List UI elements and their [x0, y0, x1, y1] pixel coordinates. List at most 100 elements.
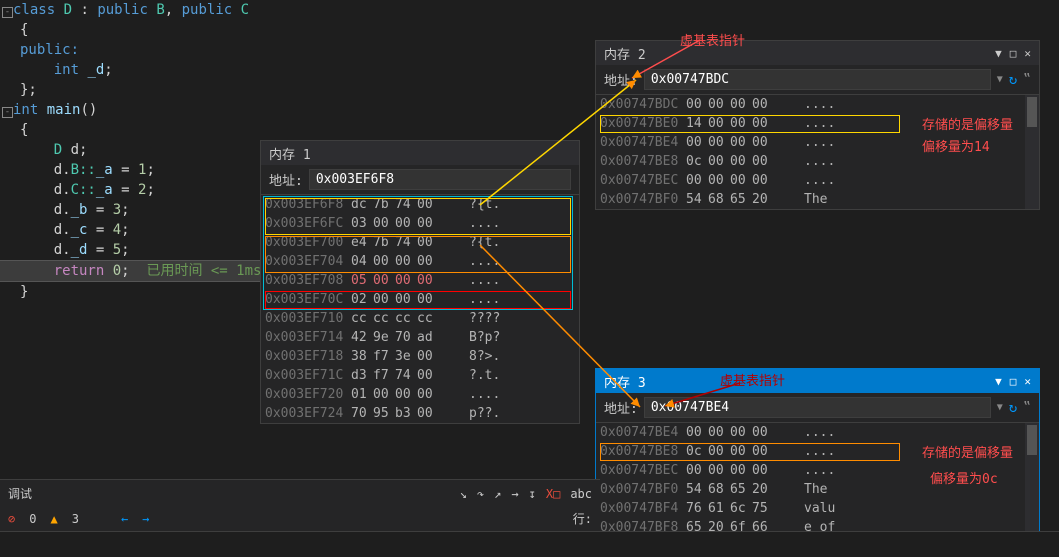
- mem-bytes: 00000000: [686, 133, 804, 152]
- memory-panel-1: 内存 1 地址: 0x003EF6F8dc7b7400?{t.0x003EF6F…: [260, 140, 580, 424]
- mem-addr: 0x00747BE4: [596, 423, 686, 442]
- mem-ascii: B?p?: [469, 328, 500, 347]
- step-over-icon[interactable]: ↷: [477, 487, 484, 501]
- scrollbar[interactable]: [1025, 423, 1039, 537]
- memory-row: 0x003EF71838f73e008?>.: [261, 347, 579, 366]
- mem-bytes: 00000000: [686, 423, 804, 442]
- address-label: 地址:: [269, 170, 303, 189]
- mem-ascii: ....: [804, 114, 835, 133]
- mem-addr: 0x00747BE4: [596, 133, 686, 152]
- err-count: 0: [29, 512, 36, 526]
- memory-row: 0x00747BE400000000....: [596, 423, 1039, 442]
- mem-bytes: 00000000: [686, 171, 804, 190]
- mem-bytes: 00000000: [686, 95, 804, 114]
- mem-ascii: ....: [804, 442, 835, 461]
- mem-ascii: ....: [804, 133, 835, 152]
- code-editor[interactable]: -class D : public B, public C { public: …: [0, 0, 260, 302]
- quotes-icon[interactable]: ‟: [1023, 72, 1031, 87]
- memory-row: 0x00747BDC00000000....: [596, 95, 1039, 114]
- memory-row: 0x00747BE80c000000....: [596, 152, 1039, 171]
- memory-row: 0x003EF6FC03000000....: [261, 214, 579, 233]
- step-into-icon[interactable]: ↘: [460, 487, 467, 501]
- close-icon[interactable]: ✕: [1024, 47, 1031, 60]
- memory-row: 0x003EF700e47b7400?{t.: [261, 233, 579, 252]
- mem-bytes: e47b7400: [351, 233, 469, 252]
- text-icon[interactable]: abc: [570, 487, 592, 501]
- mem-ascii: ?{t.: [469, 233, 500, 252]
- mem-addr: 0x003EF718: [261, 347, 351, 366]
- mem-ascii: The: [804, 190, 827, 209]
- nav-back-icon[interactable]: ←: [121, 512, 128, 526]
- continue-icon[interactable]: →: [511, 487, 518, 501]
- mem-ascii: ....: [804, 95, 835, 114]
- fold-minus-icon[interactable]: -: [2, 7, 13, 18]
- mem-bytes: d3f77400: [351, 366, 469, 385]
- maximize-icon[interactable]: □: [1010, 375, 1017, 388]
- error-icon[interactable]: ⊘: [8, 512, 15, 526]
- mem-bytes: 04000000: [351, 252, 469, 271]
- mem-bytes: 02000000: [351, 290, 469, 309]
- mem-addr: 0x00747BEC: [596, 461, 686, 480]
- mem-addr: 0x00747BF0: [596, 190, 686, 209]
- memory-row: 0x003EF6F8dc7b7400?{t.: [261, 195, 579, 214]
- warn-icon[interactable]: ▲: [50, 512, 57, 526]
- mem-addr: 0x003EF724: [261, 404, 351, 423]
- dropdown-icon[interactable]: ▼: [997, 402, 1003, 413]
- stop-icon[interactable]: X□: [546, 487, 560, 501]
- mem-addr: 0x003EF708: [261, 271, 351, 290]
- memory-row: 0x00747BF054686520The: [596, 480, 1039, 499]
- dropdown-icon[interactable]: ▼: [997, 74, 1003, 85]
- mem-bytes: 03000000: [351, 214, 469, 233]
- mem-ascii: ....: [804, 171, 835, 190]
- fold-minus-icon[interactable]: -: [2, 107, 13, 118]
- memory-row: 0x00747BEC00000000....: [596, 461, 1039, 480]
- panel-title[interactable]: 内存 2 ▼ □ ✕: [596, 41, 1039, 65]
- panel-title[interactable]: 内存 1: [261, 141, 579, 165]
- mem-ascii: The: [804, 480, 827, 499]
- memory-row: 0x00747BEC00000000....: [596, 171, 1039, 190]
- memory-row: 0x003EF70C02000000....: [261, 290, 579, 309]
- mem-ascii: valu: [804, 499, 835, 518]
- dropdown-icon[interactable]: ▼: [995, 47, 1002, 60]
- mem-ascii: ????: [469, 309, 500, 328]
- mem-ascii: ....: [469, 252, 500, 271]
- memory-row: 0x00747BE80c000000....: [596, 442, 1039, 461]
- line-label: 行:: [573, 510, 592, 527]
- refresh-icon[interactable]: ↻: [1009, 72, 1017, 88]
- step-out-icon[interactable]: ↗: [494, 487, 501, 501]
- scrollbar[interactable]: [1025, 95, 1039, 209]
- mem-bytes: 01000000: [351, 385, 469, 404]
- mem-addr: 0x00747BF0: [596, 480, 686, 499]
- maximize-icon[interactable]: □: [1010, 47, 1017, 60]
- kw: class: [13, 2, 64, 18]
- nav-forward-icon[interactable]: →: [142, 512, 149, 526]
- panel-title[interactable]: 内存 3 ▼ □ ✕: [596, 369, 1039, 393]
- mem-ascii: ?{t.: [469, 195, 500, 214]
- mem-bytes: 05000000: [351, 271, 469, 290]
- status-bar: [0, 531, 1059, 557]
- address-input[interactable]: [644, 397, 991, 418]
- mem-addr: 0x00747BEC: [596, 171, 686, 190]
- cursor-icon[interactable]: ↧: [529, 487, 536, 501]
- address-label: 地址:: [604, 70, 638, 89]
- memory-row: 0x003EF70404000000....: [261, 252, 579, 271]
- dropdown-icon[interactable]: ▼: [995, 375, 1002, 388]
- quotes-icon[interactable]: ‟: [1023, 400, 1031, 415]
- mem-ascii: ....: [804, 461, 835, 480]
- mem-addr: 0x00747BF4: [596, 499, 686, 518]
- mem-bytes: 38f73e00: [351, 347, 469, 366]
- memory-row: 0x00747BF476616c75valu: [596, 499, 1039, 518]
- mem-bytes: 0c000000: [686, 442, 804, 461]
- address-input[interactable]: [309, 169, 571, 190]
- memory-panel-3: 内存 3 ▼ □ ✕ 地址: ▼ ↻ ‟ 0x00747BE400000000.…: [595, 368, 1040, 538]
- mem-addr: 0x003EF6F8: [261, 195, 351, 214]
- mem-addr: 0x003EF714: [261, 328, 351, 347]
- mem-ascii: p??.: [469, 404, 500, 423]
- mem-addr: 0x003EF710: [261, 309, 351, 328]
- address-input[interactable]: [644, 69, 991, 90]
- mem-addr: 0x003EF704: [261, 252, 351, 271]
- debug-label: 调试: [8, 485, 32, 502]
- close-icon[interactable]: ✕: [1024, 375, 1031, 388]
- refresh-icon[interactable]: ↻: [1009, 400, 1017, 416]
- annotation-vbptr2: 虚基表指针: [720, 370, 785, 389]
